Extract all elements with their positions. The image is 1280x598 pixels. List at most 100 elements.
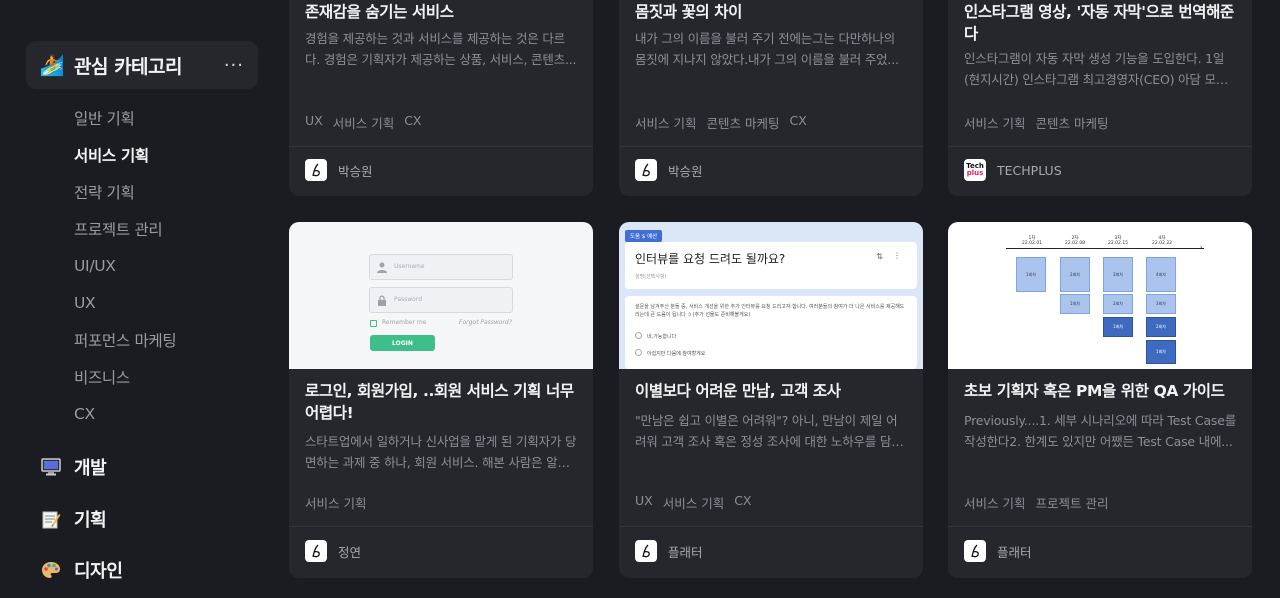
thumb-round-block: 2회차 xyxy=(1103,294,1133,314)
main-category-planning[interactable]: 기획 xyxy=(40,506,107,532)
author-name: 플래터 xyxy=(668,544,703,560)
card-thumbnail: 도움 $ 예산 인터뷰를 요청 드려도 될까요? 설명(선택사항) ⇅ ⋮ 설문… xyxy=(619,222,923,369)
tag[interactable]: 서비스 기획 xyxy=(333,113,394,132)
tag[interactable]: CX xyxy=(789,113,806,132)
card-description: 스타트업에서 일하거나 신사업을 맡게 된 기획자가 당면하는 과제 중 하나,… xyxy=(305,434,577,470)
author-avatar-icon xyxy=(964,540,986,562)
card-author[interactable]: Tech plus TECHPLUS xyxy=(964,159,1062,181)
card-author[interactable]: 플래터 xyxy=(964,540,1032,562)
thumb-survey-opt1: 네,가능합니다 xyxy=(647,334,677,340)
card-description: "만남은 쉽고 이별은 어려워"? 아니, 만남이 제일 어려워 고객 조사 혹… xyxy=(635,413,903,449)
tag[interactable]: 서비스 기획 xyxy=(964,113,1025,132)
sub-category-item[interactable]: 퍼포먼스 마케팅 xyxy=(74,321,177,358)
main-category-dev[interactable]: 개발 xyxy=(40,454,107,480)
category-header-title: 관심 카테고리 xyxy=(74,55,182,78)
thumb-col-head: 1차 22.02.01 xyxy=(1022,236,1043,246)
thumb-login-button: LOGIN xyxy=(370,335,435,351)
thumb-survey-question: 인터뷰를 요청 드려도 될까요? xyxy=(635,252,786,266)
sub-category-item[interactable]: 일반 기획 xyxy=(74,99,176,136)
author-name: TECHPLUS xyxy=(997,162,1062,178)
tag[interactable]: 프로젝트 관리 xyxy=(1035,493,1108,512)
thumb-survey-swap-icon: ⇅ xyxy=(876,252,883,261)
tag[interactable]: UX xyxy=(635,493,653,512)
article-card[interactable]: › 1차 22.02.01 2차 22.02.08 3차 22.02.15 4차 22.… xyxy=(948,222,1252,578)
card-description: 경험을 제공하는 것과 서비스를 제공하는 것은 다르다. 경험은 기획자가 제… xyxy=(305,31,577,67)
author-name: 정연 xyxy=(338,544,362,560)
thumb-round-block: 2회차 xyxy=(1146,317,1176,337)
thumb-round-block: 1회차 xyxy=(1103,317,1133,337)
card-divider xyxy=(619,526,923,527)
thumb-round-block: 4회차 xyxy=(1146,257,1176,292)
author-avatar-icon xyxy=(635,159,657,181)
tag[interactable]: 서비스 기획 xyxy=(663,493,724,512)
interest-category-header[interactable]: 🏄 관심 카테고리 ··· xyxy=(26,41,258,89)
card-author[interactable]: 박승원 xyxy=(635,159,703,181)
card-thumbnail: Username Password Remember me Forgot Pas… xyxy=(289,222,593,369)
sub-category-item[interactable]: UI/UX xyxy=(74,247,176,284)
card-title: 초보 기획자 혹은 PM을 위한 QA 가이드 xyxy=(964,382,1225,400)
card-title: 존재감을 숨기는 서비스 xyxy=(305,3,454,21)
article-card[interactable]: 몸짓과 꽃의 차이 내가 그의 이름을 불러 주기 전에는그는 다만하나의 몸짓… xyxy=(619,0,923,196)
techplus-logo-icon: Tech plus xyxy=(964,159,986,181)
card-author[interactable]: 플래터 xyxy=(635,540,703,562)
tag[interactable]: CX xyxy=(404,113,421,132)
article-card[interactable]: 존재감을 숨기는 서비스 경험을 제공하는 것과 서비스를 제공하는 것은 다르… xyxy=(289,0,593,196)
card-title: 로그인, 회원가입, ..회원 서비스 기획 너무 어렵다! xyxy=(305,382,574,422)
card-tags: 서비스 기획 xyxy=(305,493,366,512)
sidebar: 🏄 관심 카테고리 ··· 일반 기획 서비스 기획 전략 기획 프로젝트 관리… xyxy=(0,0,280,598)
more-options-icon[interactable]: ··· xyxy=(224,55,244,76)
tag[interactable]: 서비스 기획 xyxy=(635,113,696,132)
thumb-round-block: 2회차 xyxy=(1060,257,1090,292)
sub-category-item[interactable]: UX xyxy=(74,284,176,321)
card-divider xyxy=(948,146,1252,147)
thumb-col-head: 3차 22.02.15 xyxy=(1108,236,1129,246)
thumb-username-text: Username xyxy=(394,263,425,270)
desktop-icon xyxy=(40,456,62,478)
sub-category-list: 일반 기획 서비스 기획 전략 기획 프로젝트 관리 UI/UX UX 퍼포먼스… xyxy=(74,99,177,432)
thumb-password-field: Password xyxy=(369,287,513,313)
thumb-survey-question-card: 인터뷰를 요청 드려도 될까요? 설명(선택사항) ⇅ ⋮ xyxy=(625,242,917,289)
tag[interactable]: 서비스 기획 xyxy=(305,493,366,512)
main-category-label: 개발 xyxy=(74,458,107,479)
article-card[interactable]: 도움 $ 예산 인터뷰를 요청 드려도 될까요? 설명(선택사항) ⇅ ⋮ 설문… xyxy=(619,222,923,578)
thumb-forgot-text: Forgot Password? xyxy=(459,319,512,326)
thumb-password-text: Password xyxy=(394,296,423,303)
sub-category-item-active[interactable]: 서비스 기획 xyxy=(74,136,176,173)
thumb-round-block: 1회차 xyxy=(1060,294,1090,314)
thumb-survey-badge: 도움 $ 예산 xyxy=(625,230,663,242)
card-author[interactable]: 박승원 xyxy=(305,159,373,181)
tag[interactable]: 콘텐츠 마케팅 xyxy=(1035,113,1108,132)
sub-category-item[interactable]: 비즈니스 xyxy=(74,358,176,395)
card-tags: UX 서비스 기획 CX xyxy=(635,493,752,512)
card-tags: UX 서비스 기획 CX xyxy=(305,113,422,132)
card-author[interactable]: 정연 xyxy=(305,540,361,562)
tag[interactable]: CX xyxy=(734,493,751,512)
card-tags: 서비스 기획 콘텐츠 마케팅 xyxy=(964,113,1108,132)
main-category-design[interactable]: 디자인 xyxy=(40,557,123,583)
thumb-survey-body-card: 설문을 남겨주신 분들 중, 서비스 개선을 위한 추가 인터뷰를 요청 드리고… xyxy=(625,296,917,369)
card-tags: 서비스 기획 콘텐츠 마케팅 CX xyxy=(635,113,807,132)
author-avatar-icon xyxy=(305,540,327,562)
thumb-radio-icon xyxy=(635,332,642,339)
main-category-label: 디자인 xyxy=(74,561,123,582)
thumb-username-field: Username xyxy=(369,254,513,280)
main-category-label: 기획 xyxy=(74,510,107,531)
thumb-round-block: 3회차 xyxy=(1103,257,1133,292)
article-card[interactable]: Username Password Remember me Forgot Pas… xyxy=(289,222,593,578)
surfer-icon: 🏄 xyxy=(39,53,65,77)
author-name: 플래터 xyxy=(997,544,1032,560)
tag[interactable]: 콘텐츠 마케팅 xyxy=(706,113,779,132)
card-description: Previously....1. 세부 시나리오에 따라 Test Case를 … xyxy=(964,413,1236,449)
tag[interactable]: 서비스 기획 xyxy=(964,493,1025,512)
thumb-round-block: 1회차 xyxy=(1016,257,1046,292)
thumb-remember-text: Remember me xyxy=(382,319,427,326)
card-title: 이별보다 어려운 만남, 고객 조사 xyxy=(635,382,841,400)
card-divider xyxy=(948,526,1252,527)
sub-category-item[interactable]: 프로젝트 관리 xyxy=(74,210,176,247)
card-title: 몸짓과 꽃의 차이 xyxy=(635,3,743,21)
article-card[interactable]: 인스타그램 영상, '자동 자막'으로 번역해준다 인스타그램이 자동 자막 생… xyxy=(948,0,1252,196)
tag[interactable]: UX xyxy=(305,113,323,132)
sub-category-item[interactable]: 전략 기획 xyxy=(74,173,176,210)
sub-category-item[interactable]: CX xyxy=(74,395,176,432)
card-description: 인스타그램이 자동 자막 생성 기능을 도입한다. 1일(현지시간) 인스타그램… xyxy=(964,51,1228,87)
